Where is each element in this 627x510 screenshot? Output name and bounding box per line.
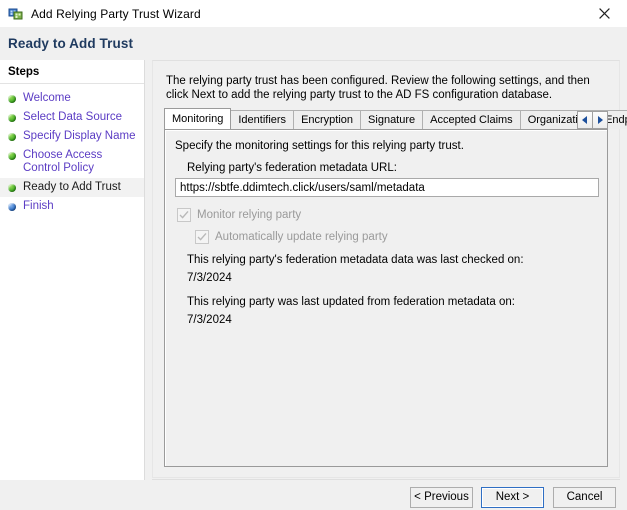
- sidebar-item-label: Ready to Add Trust: [23, 181, 121, 193]
- last-updated-label: This relying party was last updated from…: [187, 296, 515, 308]
- checkbox-label: Monitor relying party: [197, 209, 302, 221]
- sidebar-item-select-data-source[interactable]: Select Data Source: [0, 108, 144, 127]
- sidebar-item-ready-to-add-trust[interactable]: Ready to Add Trust: [0, 178, 144, 197]
- checkmark-icon: [195, 230, 209, 244]
- wizard-window: Add Relying Party Trust Wizard Ready to …: [0, 0, 627, 510]
- sidebar-item-specify-display-name[interactable]: Specify Display Name: [0, 127, 144, 146]
- monitoring-description: Specify the monitoring settings for this…: [175, 140, 464, 152]
- auto-update-relying-party-checkbox[interactable]: Automatically update relying party: [195, 230, 388, 244]
- tab-identifiers[interactable]: Identifiers: [230, 110, 295, 129]
- tab-signature[interactable]: Signature: [360, 110, 424, 129]
- close-icon[interactable]: [582, 0, 627, 27]
- sidebar-item-label: Welcome: [23, 92, 71, 104]
- title-bar: Add Relying Party Trust Wizard: [0, 0, 627, 27]
- sidebar-item-welcome[interactable]: Welcome: [0, 89, 144, 108]
- tab-label: Encryption: [301, 114, 354, 126]
- steps-header: Steps: [0, 60, 144, 84]
- tab-label: Monitoring: [172, 113, 224, 125]
- sidebar-item-label: Specify Display Name: [23, 130, 136, 142]
- tab-label: Signature: [368, 114, 416, 126]
- tab-monitoring[interactable]: Monitoring: [164, 108, 232, 129]
- tab-accepted-claims[interactable]: Accepted Claims: [422, 110, 521, 129]
- tab-label: Endpoints: [605, 114, 627, 126]
- tab-encryption[interactable]: Encryption: [293, 110, 362, 129]
- step-bullet-icon: [8, 114, 16, 122]
- tab-label: Accepted Claims: [430, 114, 513, 126]
- checkmark-icon: [177, 208, 191, 222]
- settings-tab-control: Monitoring Identifiers Encryption Signat…: [164, 108, 627, 467]
- last-checked-label: This relying party's federation metadata…: [187, 254, 524, 266]
- step-bullet-icon: [8, 95, 16, 103]
- intro-text: The relying party trust has been configu…: [166, 75, 590, 101]
- scroll-left-icon[interactable]: [577, 111, 593, 129]
- checkbox-label: Automatically update relying party: [215, 231, 388, 243]
- steps-sidebar: Steps Welcome Select Data Source Specify…: [0, 60, 145, 510]
- step-bullet-icon: [8, 133, 16, 141]
- last-checked-value: 7/3/2024: [187, 272, 232, 284]
- step-bullet-icon: [8, 184, 16, 192]
- steps-list: Welcome Select Data Source Specify Displ…: [0, 84, 144, 216]
- previous-button[interactable]: < Previous: [410, 487, 473, 508]
- next-button[interactable]: Next >: [481, 487, 544, 508]
- sidebar-item-label: Select Data Source: [23, 111, 123, 123]
- page-title: Ready to Add Trust: [8, 36, 134, 51]
- tab-label: Identifiers: [238, 114, 287, 126]
- footer-bar: < Previous Next > Cancel: [0, 480, 627, 510]
- metadata-url-input[interactable]: [175, 178, 599, 197]
- step-bullet-icon: [8, 203, 16, 211]
- window-title: Add Relying Party Trust Wizard: [31, 6, 201, 21]
- scroll-right-icon[interactable]: [592, 111, 608, 129]
- last-updated-value: 7/3/2024: [187, 314, 232, 326]
- tab-scroll-buttons: [577, 111, 608, 129]
- step-bullet-icon: [8, 152, 16, 160]
- cancel-button[interactable]: Cancel: [553, 487, 616, 508]
- monitor-relying-party-checkbox[interactable]: Monitor relying party: [177, 208, 301, 222]
- sidebar-item-label: Choose Access Control Policy: [23, 149, 103, 174]
- tab-page-monitoring: Specify the monitoring settings for this…: [164, 129, 608, 467]
- tab-strip: Monitoring Identifiers Encryption Signat…: [164, 108, 627, 129]
- sidebar-item-label: Finish: [23, 200, 54, 212]
- content-panel: The relying party trust has been configu…: [152, 60, 627, 478]
- adfs-wizard-icon: [8, 6, 24, 22]
- metadata-url-label: Relying party's federation metadata URL:: [187, 162, 397, 174]
- sidebar-item-finish[interactable]: Finish: [0, 197, 144, 216]
- sidebar-item-choose-access-control-policy[interactable]: Choose Access Control Policy: [0, 146, 144, 178]
